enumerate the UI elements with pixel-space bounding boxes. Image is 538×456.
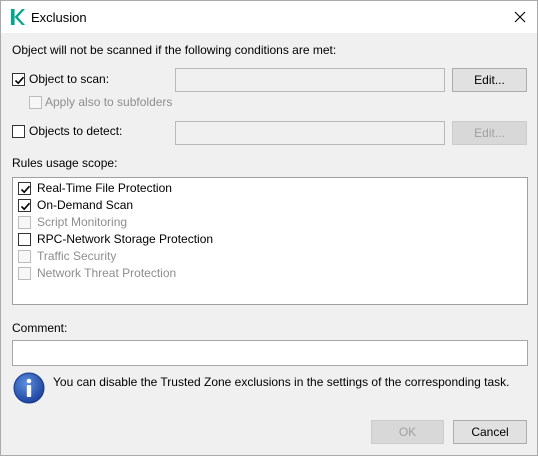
scope-item-rpc-network-storage-protection[interactable]: RPC-Network Storage Protection — [13, 231, 527, 248]
info-icon — [13, 372, 45, 404]
scope-item-checkbox[interactable] — [18, 216, 31, 229]
scope-item-real-time-file-protection[interactable]: Real-Time File Protection — [13, 180, 527, 197]
scope-item-checkbox[interactable] — [18, 199, 31, 212]
scope-item-checkbox[interactable] — [18, 267, 31, 280]
objects-to-detect-field — [175, 121, 445, 145]
scope-item-label: RPC-Network Storage Protection — [37, 232, 214, 246]
object-to-scan-checkbox[interactable] — [12, 73, 25, 86]
ok-button[interactable]: OK — [371, 420, 444, 444]
scope-item-on-demand-scan[interactable]: On-Demand Scan — [13, 197, 527, 214]
checkmark-icon — [14, 76, 25, 85]
apply-subfolders-label: Apply also to subfolders — [45, 95, 173, 109]
cancel-button[interactable]: Cancel — [453, 420, 527, 444]
scope-item-checkbox[interactable] — [18, 182, 31, 195]
object-to-scan-label: Object to scan: — [29, 72, 110, 86]
close-button[interactable] — [503, 1, 537, 33]
objects-to-detect-label: Objects to detect: — [29, 124, 123, 138]
scope-item-checkbox[interactable] — [18, 233, 31, 246]
scope-item-label: Network Threat Protection — [37, 266, 177, 280]
info-text: You can disable the Trusted Zone exclusi… — [53, 375, 510, 389]
close-icon — [514, 11, 526, 23]
title-bar: Exclusion — [1, 1, 537, 33]
comment-input[interactable] — [12, 340, 528, 366]
objects-to-detect-edit-button[interactable]: Edit... — [452, 121, 527, 145]
object-to-scan-edit-button[interactable]: Edit... — [452, 68, 527, 92]
scope-header: Rules usage scope: — [12, 156, 118, 170]
scope-list[interactable]: Real-Time File Protection On-Demand Scan… — [12, 177, 528, 305]
apply-subfolders-checkbox[interactable] — [29, 96, 42, 109]
conditions-header: Object will not be scanned if the follow… — [12, 43, 337, 57]
comment-label: Comment: — [12, 321, 68, 335]
scope-item-network-threat-protection[interactable]: Network Threat Protection — [13, 265, 527, 282]
scope-item-label: Real-Time File Protection — [37, 181, 172, 195]
window-title: Exclusion — [31, 10, 87, 25]
object-to-scan-field — [175, 68, 445, 92]
checkmark-icon — [20, 185, 31, 194]
scope-item-label: On-Demand Scan — [37, 198, 134, 212]
scope-item-checkbox[interactable] — [18, 250, 31, 263]
objects-to-detect-checkbox[interactable] — [12, 125, 25, 138]
exclusion-dialog: Exclusion Object will not be scanned if … — [0, 0, 538, 456]
scope-item-traffic-security[interactable]: Traffic Security — [13, 248, 527, 265]
scope-item-label: Script Monitoring — [37, 215, 128, 229]
checkmark-icon — [20, 202, 31, 211]
kaspersky-k-icon — [11, 9, 25, 25]
scope-item-label: Traffic Security — [37, 249, 117, 263]
scope-item-script-monitoring[interactable]: Script Monitoring — [13, 214, 527, 231]
